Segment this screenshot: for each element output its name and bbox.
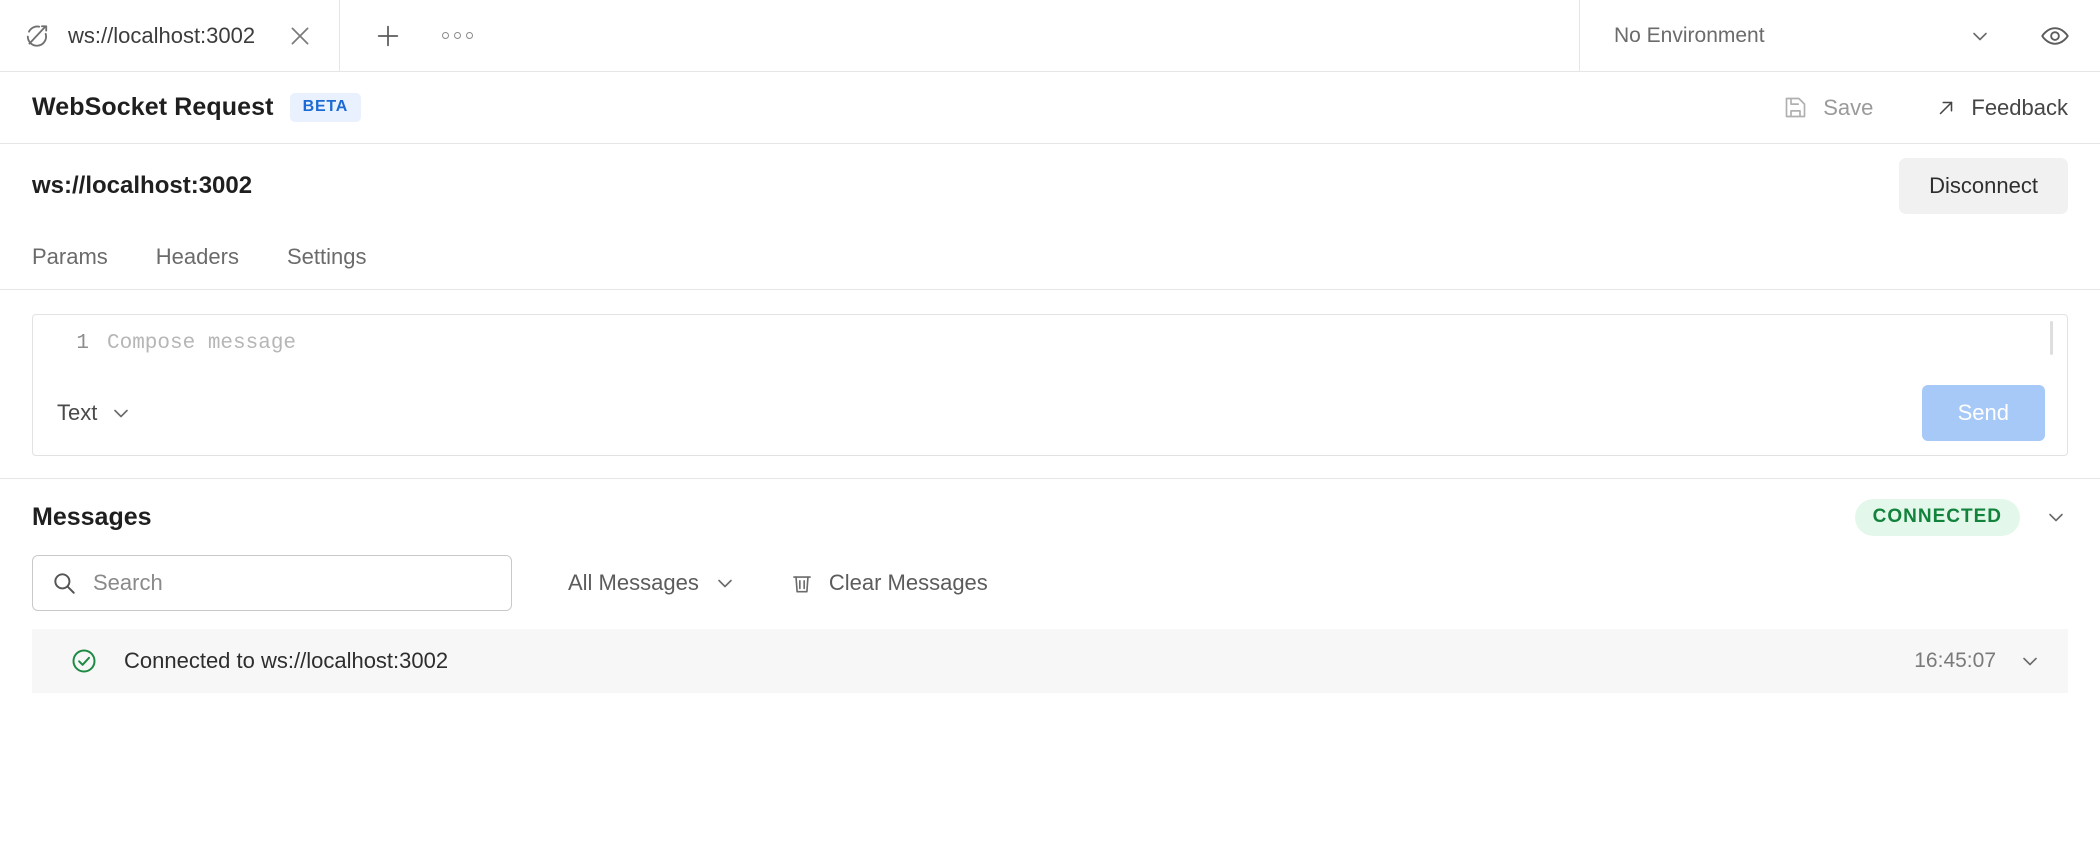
tab-bar: ws://localhost:3002 No Environment (0, 0, 2100, 72)
status-badge: CONNECTED (1855, 499, 2020, 536)
message-editor[interactable]: 1 Compose message (33, 315, 2067, 371)
request-title-row: WebSocket Request BETA Save Feedback (0, 72, 2100, 144)
messages-title: Messages (32, 503, 152, 532)
search-placeholder: Search (93, 570, 163, 596)
message-format-label: Text (57, 400, 97, 426)
url-row: ws://localhost:3002 Disconnect (0, 144, 2100, 228)
table-row[interactable]: Connected to ws://localhost:3002 16:45:0… (32, 629, 2068, 693)
chevron-down-icon[interactable] (1968, 24, 1992, 48)
trash-icon (789, 570, 815, 596)
message-format-select[interactable]: Text (57, 400, 133, 426)
messages-toolbar: Search All Messages Clear Messages (0, 555, 2100, 629)
tab-bar-actions (340, 0, 1580, 71)
chevron-down-icon (109, 401, 133, 425)
compose-box: 1 Compose message Text Send (32, 314, 2068, 456)
eye-icon[interactable] (2040, 21, 2070, 51)
environment-selector[interactable]: No Environment (1580, 0, 2100, 71)
close-icon[interactable] (287, 23, 313, 49)
page-title: WebSocket Request (32, 93, 274, 122)
chevron-down-icon[interactable] (2018, 649, 2042, 673)
save-label: Save (1823, 95, 1873, 121)
chevron-down-icon (713, 571, 737, 595)
tab-params[interactable]: Params (32, 244, 108, 289)
message-filter-select[interactable]: All Messages (568, 570, 737, 596)
message-timestamp: 16:45:07 (1914, 649, 1996, 673)
feedback-button[interactable]: Feedback (1935, 95, 2068, 121)
messages-header: Messages CONNECTED (0, 479, 2100, 555)
plus-icon[interactable] (374, 22, 402, 50)
request-tabs: Params Headers Settings (0, 228, 2100, 290)
tab-title: ws://localhost:3002 (68, 23, 269, 49)
tab-headers[interactable]: Headers (156, 244, 239, 289)
message-text: Connected to ws://localhost:3002 (124, 648, 1914, 674)
save-button[interactable]: Save (1782, 94, 1873, 121)
compose-placeholder: Compose message (107, 329, 296, 359)
websocket-icon (24, 23, 50, 49)
beta-badge: BETA (290, 93, 362, 122)
check-circle-icon (70, 647, 98, 675)
url-input[interactable]: ws://localhost:3002 (32, 172, 1899, 200)
message-filter-label: All Messages (568, 570, 699, 596)
clear-messages-label: Clear Messages (829, 570, 988, 596)
line-number: 1 (33, 329, 107, 359)
search-input[interactable]: Search (32, 555, 512, 611)
chevron-down-icon[interactable] (2044, 505, 2068, 529)
compose-footer: Text Send (33, 371, 2067, 455)
search-icon (51, 570, 77, 596)
environment-label: No Environment (1614, 24, 1958, 48)
request-tab[interactable]: ws://localhost:3002 (0, 0, 340, 71)
compose-section: 1 Compose message Text Send (0, 290, 2100, 479)
ellipsis-icon[interactable] (442, 32, 473, 39)
editor-scrollbar[interactable] (2050, 321, 2053, 355)
clear-messages-button[interactable]: Clear Messages (789, 570, 988, 596)
send-button[interactable]: Send (1922, 385, 2045, 441)
message-list: Connected to ws://localhost:3002 16:45:0… (0, 629, 2100, 693)
floppy-disk-icon (1782, 94, 1809, 121)
feedback-label: Feedback (1971, 95, 2068, 121)
tab-settings[interactable]: Settings (287, 244, 367, 289)
disconnect-button[interactable]: Disconnect (1899, 158, 2068, 214)
external-link-icon (1935, 97, 1957, 119)
